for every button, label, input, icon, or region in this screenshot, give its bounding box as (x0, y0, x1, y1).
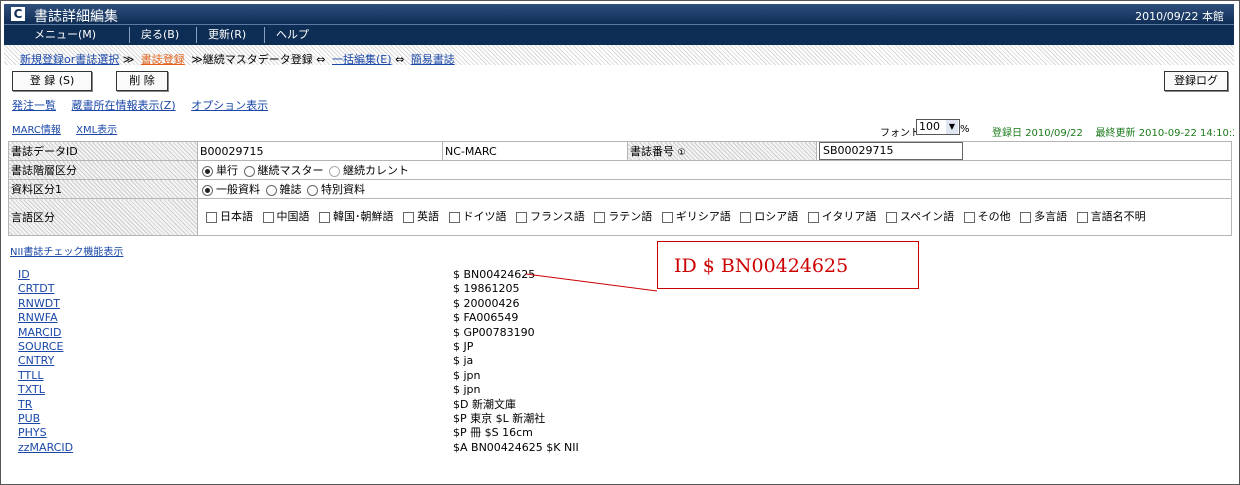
callout-annotation: ID $ BN00424625 (657, 241, 919, 289)
menu-main[interactable]: メニュー(M) (34, 27, 96, 43)
menu-back[interactable]: 戻る(B) (141, 27, 179, 43)
app-logo: C (11, 7, 25, 21)
main-content: 新規登録or書誌選択 ≫ 書誌登録 ≫継続マスタデータ登録 ⇔ 一括編集(E) … (4, 45, 1234, 477)
window-title: 書誌詳細編集 (34, 9, 118, 25)
menu-divider (129, 27, 130, 43)
menu-divider (264, 27, 265, 43)
menu-bar: メニュー(M) 戻る(B) 更新(R) ヘルプ (4, 24, 1234, 45)
menu-refresh[interactable]: 更新(R) (208, 27, 246, 43)
callout-pointer (525, 273, 658, 292)
menu-help[interactable]: ヘルプ (276, 27, 309, 43)
title-bar: C 書誌詳細編集 2010/09/22 本館 (4, 4, 1234, 25)
menu-divider (196, 27, 197, 43)
date-library-info: 2010/09/22 本館 (1135, 10, 1224, 23)
